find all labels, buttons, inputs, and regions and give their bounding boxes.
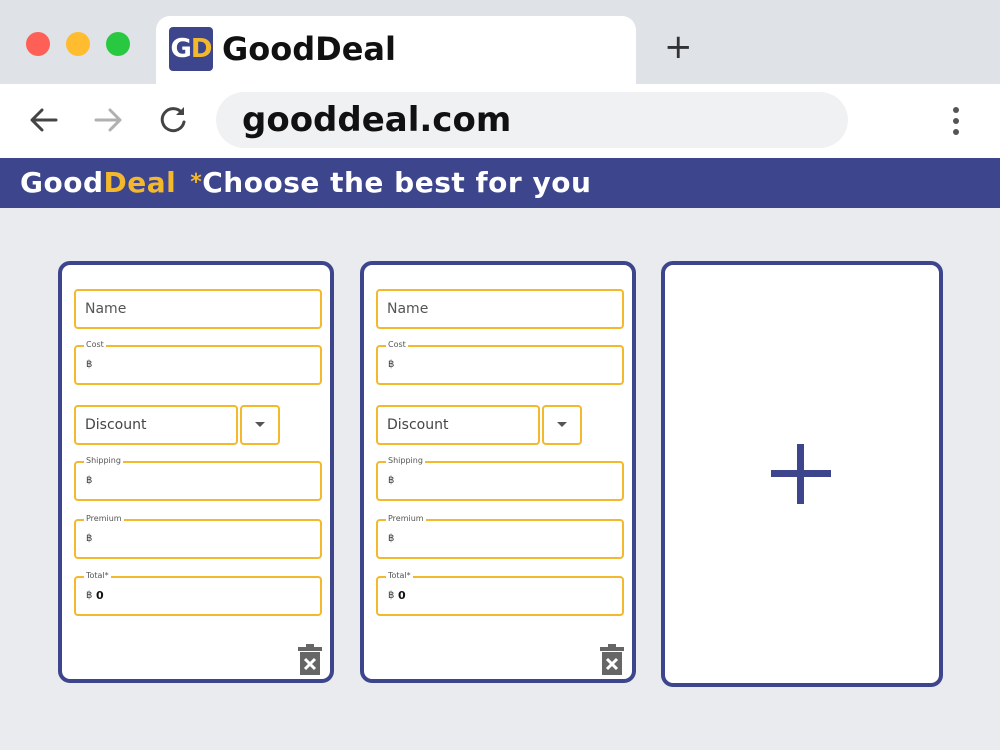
app-header: GoodDeal *Choose the best for you bbox=[0, 158, 1000, 208]
shipping-label: Shipping bbox=[84, 455, 123, 467]
browser-tab[interactable]: GD GoodDeal bbox=[156, 16, 636, 84]
logo-letter-d: D bbox=[190, 34, 213, 64]
discount-dropdown-button[interactable] bbox=[542, 405, 582, 445]
name-input[interactable]: Name bbox=[74, 289, 322, 329]
chevron-down-icon bbox=[255, 422, 265, 427]
brand-tagline: Choose the best for you bbox=[202, 166, 592, 199]
currency-symbol: ฿ bbox=[86, 475, 93, 486]
currency-symbol: ฿ bbox=[86, 590, 93, 601]
discount-select[interactable]: Discount bbox=[74, 405, 238, 445]
cost-input[interactable]: Cost ฿ bbox=[376, 339, 624, 385]
gooddeal-logo-icon: GD bbox=[169, 27, 213, 71]
shipping-input[interactable]: Shipping ฿ bbox=[376, 455, 624, 501]
currency-symbol: ฿ bbox=[86, 533, 93, 544]
trash-icon[interactable] bbox=[298, 643, 322, 675]
window-close-button[interactable] bbox=[26, 32, 50, 56]
chevron-down-icon bbox=[557, 422, 567, 427]
name-placeholder: Name bbox=[85, 301, 127, 317]
window-maximize-button[interactable] bbox=[106, 32, 130, 56]
premium-input[interactable]: Premium ฿ bbox=[74, 513, 322, 559]
add-deal-card-button[interactable] bbox=[661, 261, 943, 687]
browser-tab-bar: GD GoodDeal + bbox=[0, 0, 1000, 84]
shipping-input[interactable]: Shipping ฿ bbox=[74, 455, 322, 501]
total-field: Total* ฿ 0 bbox=[74, 570, 322, 616]
discount-dropdown-button[interactable] bbox=[240, 405, 280, 445]
brand-star: * bbox=[190, 170, 203, 195]
name-placeholder: Name bbox=[387, 301, 429, 317]
total-label: Total* bbox=[84, 570, 111, 582]
shipping-label: Shipping bbox=[386, 455, 425, 467]
deal-card-2: Name Cost ฿ Discount Shipping ฿ Premium … bbox=[360, 261, 636, 683]
total-value: 0 bbox=[96, 589, 104, 602]
brand-title: GoodDeal *Choose the best for you bbox=[20, 164, 591, 202]
brand-deal: Deal bbox=[103, 166, 177, 199]
address-bar-row: gooddeal.com bbox=[0, 84, 1000, 158]
discount-placeholder: Discount bbox=[387, 417, 449, 433]
url-text: gooddeal.com bbox=[242, 100, 512, 140]
window-minimize-button[interactable] bbox=[66, 32, 90, 56]
reload-icon[interactable] bbox=[155, 102, 191, 138]
currency-symbol: ฿ bbox=[388, 475, 395, 486]
currency-symbol: ฿ bbox=[388, 359, 395, 370]
currency-symbol: ฿ bbox=[388, 533, 395, 544]
cost-label: Cost bbox=[84, 339, 106, 351]
currency-symbol: ฿ bbox=[86, 359, 93, 370]
name-input[interactable]: Name bbox=[376, 289, 624, 329]
brand-good: Good bbox=[20, 166, 104, 199]
total-value: 0 bbox=[398, 589, 406, 602]
url-field[interactable]: gooddeal.com bbox=[216, 92, 848, 148]
total-field: Total* ฿ 0 bbox=[376, 570, 624, 616]
more-vertical-icon[interactable] bbox=[946, 106, 966, 136]
discount-placeholder: Discount bbox=[85, 417, 147, 433]
tab-title: GoodDeal bbox=[222, 30, 396, 68]
premium-input[interactable]: Premium ฿ bbox=[376, 513, 624, 559]
arrow-right-icon[interactable] bbox=[90, 102, 126, 138]
logo-letter-g: G bbox=[170, 34, 192, 64]
total-label: Total* bbox=[386, 570, 413, 582]
new-tab-button[interactable]: + bbox=[664, 30, 693, 64]
deal-card-1: Name Cost ฿ Discount Shipping ฿ Premium … bbox=[58, 261, 334, 683]
premium-label: Premium bbox=[386, 513, 426, 525]
currency-symbol: ฿ bbox=[388, 590, 395, 601]
discount-select[interactable]: Discount bbox=[376, 405, 540, 445]
cost-label: Cost bbox=[386, 339, 408, 351]
premium-label: Premium bbox=[84, 513, 124, 525]
arrow-left-icon[interactable] bbox=[26, 102, 62, 138]
trash-icon[interactable] bbox=[600, 643, 624, 675]
cost-input[interactable]: Cost ฿ bbox=[74, 339, 322, 385]
